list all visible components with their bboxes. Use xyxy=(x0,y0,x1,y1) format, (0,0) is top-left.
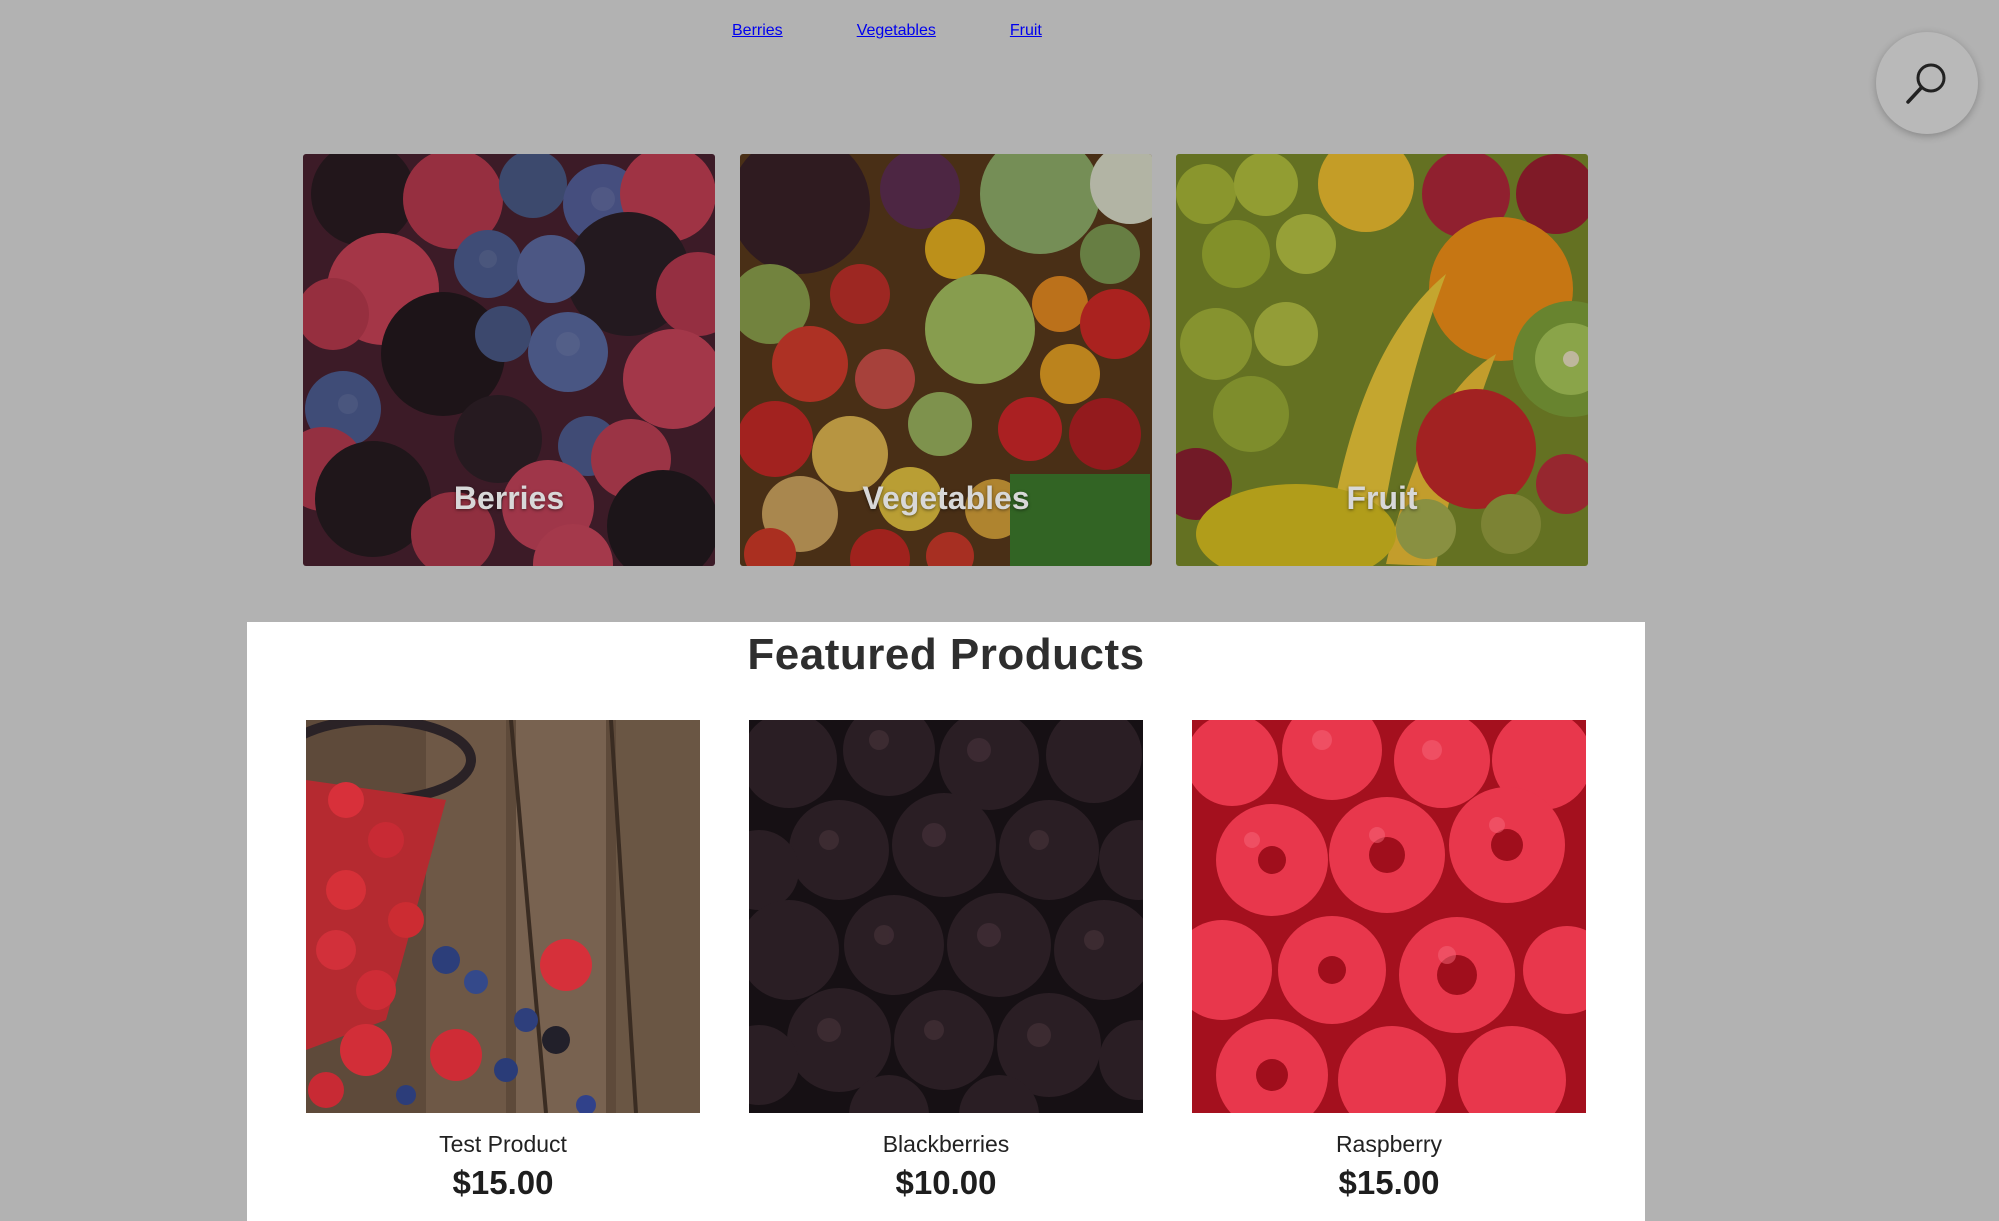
category-tile-berries[interactable]: Berries xyxy=(303,154,715,566)
top-nav: Berries Vegetables Fruit xyxy=(732,22,1042,40)
product-card-test-product[interactable]: Test Product $15.00 xyxy=(306,720,700,1202)
product-image xyxy=(749,720,1143,1113)
product-image xyxy=(1192,720,1586,1113)
nav-item-berries[interactable]: Berries xyxy=(732,22,783,40)
category-label: Berries xyxy=(453,480,565,516)
product-card-blackberries[interactable]: Blackberries $10.00 xyxy=(749,720,1143,1202)
product-name[interactable]: Test Product xyxy=(306,1131,700,1158)
nav-item-vegetables[interactable]: Vegetables xyxy=(857,22,936,40)
category-label: Vegetables xyxy=(862,480,1030,516)
product-price: $15.00 xyxy=(1338,1164,1440,1201)
product-image xyxy=(306,720,700,1113)
product-card-raspberry[interactable]: Raspberry $15.00 xyxy=(1192,720,1586,1202)
category-tile-vegetables[interactable]: Vegetables xyxy=(740,154,1152,566)
search-button[interactable] xyxy=(1876,32,1978,134)
page: Berries Vegetables Fruit Berries Vegetab… xyxy=(0,0,1999,1221)
product-name[interactable]: Raspberry xyxy=(1192,1131,1586,1158)
nav-item-fruit[interactable]: Fruit xyxy=(1010,22,1042,40)
featured-products-title: Featured Products xyxy=(747,630,1145,679)
category-label: Fruit xyxy=(1346,480,1418,516)
product-name[interactable]: Blackberries xyxy=(749,1131,1143,1158)
featured-products-section: Featured Products Test Product $15.00 Bl… xyxy=(247,622,1645,1221)
search-icon xyxy=(1906,63,1946,104)
product-price: $15.00 xyxy=(452,1164,554,1201)
category-tile-fruit[interactable]: Fruit xyxy=(1176,154,1588,566)
product-price: $10.00 xyxy=(895,1164,997,1201)
